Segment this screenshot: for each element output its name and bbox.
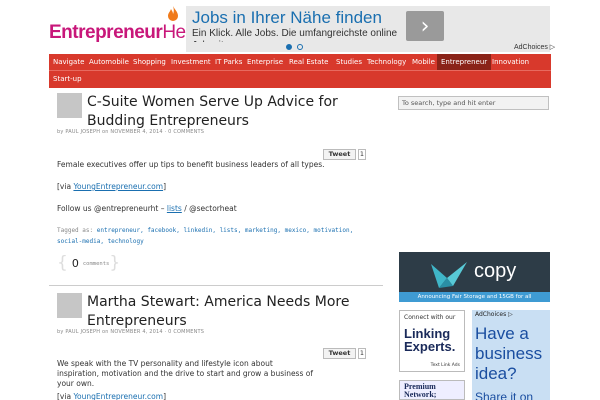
premium-network-ad[interactable]: Premium Network; [399, 380, 465, 400]
idea-headline: Have a business idea? [475, 324, 543, 383]
site-logo[interactable]: Entrepreneur Heat [49, 6, 201, 43]
author-avatar [57, 93, 82, 118]
tweet-widget: Tweet 1 [323, 348, 366, 359]
post-2: Martha Stewart: America Needs More Entre… [57, 293, 383, 400]
tweet-widget: Tweet 1 [323, 149, 366, 160]
nav-item-entrepreneur[interactable]: Entrepreneur [437, 54, 492, 70]
nav-divider [49, 70, 551, 71]
top-banner-ad[interactable]: Jobs in Ihrer Nähe finden Ein Klick. All… [186, 6, 550, 52]
via-prefix: [via [57, 182, 74, 191]
nav-item-real-estate[interactable]: Real Estate [285, 54, 332, 70]
ad-pagination [286, 44, 303, 50]
tweet-count: 1 [358, 348, 366, 359]
nav-item-navigate[interactable]: Navigate [49, 54, 88, 70]
nav-item-innovation[interactable]: Innovation [488, 54, 533, 70]
post-via: [via YoungEntrepreneur.com] [57, 182, 377, 192]
nav-item-mobile[interactable]: Mobile [408, 54, 439, 70]
post-tags: Tagged as: entrepreneur, facebook, linke… [57, 225, 377, 247]
post-follow: Follow us @entrepreneurht – lists / @sec… [57, 204, 377, 214]
tweet-button[interactable]: Tweet [323, 348, 356, 359]
post-title[interactable]: C-Suite Women Serve Up Advice for Buddin… [87, 93, 377, 131]
nav-item-enterprise[interactable]: Enterprise [243, 54, 287, 70]
copy-ad-footer: Announcing Fair Storage and 15GB for all [399, 292, 550, 302]
ad-arrow-button[interactable]: › [406, 11, 444, 41]
nav-item-investment[interactable]: Investment [167, 54, 215, 70]
post-divider [49, 285, 383, 286]
via-suffix: ] [163, 392, 166, 400]
tags-label: Tagged as: [57, 227, 94, 234]
logo-text-entrepreneur: Entrepreneur [49, 22, 163, 43]
via-link[interactable]: YoungEntrepreneur.com [73, 182, 163, 191]
tweet-count: 1 [358, 149, 366, 160]
paper-crane-icon [431, 262, 467, 288]
main-nav: Navigate Automobile Shopping Investment … [49, 54, 551, 88]
linking-brand: Text Link Ads [430, 363, 460, 368]
search-input[interactable]: To search, type and hit enter [398, 96, 549, 110]
nav-item-start-up[interactable]: Start-up [49, 71, 86, 87]
business-idea-ad[interactable]: AdChoices ▷ Have a business idea? Share … [472, 310, 550, 400]
ad-title[interactable]: Jobs in Ihrer Nähe finden [192, 8, 382, 28]
linking-big-text: Linking Experts. [404, 326, 456, 354]
brace-open: { [57, 253, 68, 273]
nav-item-shopping[interactable]: Shopping [129, 54, 170, 70]
flame-icon [168, 6, 178, 21]
comment-number: 0 [71, 257, 79, 270]
author-avatar [57, 293, 82, 318]
ad-text: Ein Klick. Alle Jobs. Die umfangreichste… [192, 28, 398, 42]
post-1: C-Suite Women Serve Up Advice for Buddin… [57, 93, 383, 273]
nav-item-studies[interactable]: Studies [332, 54, 366, 70]
copy-logo-text: copy [474, 260, 517, 282]
via-link[interactable]: YoungEntrepreneur.com [73, 392, 163, 400]
copy-ad-banner[interactable]: copy Announcing Fair Storage and 15GB fo… [399, 252, 550, 302]
idea-adchoices[interactable]: AdChoices ▷ [475, 311, 513, 318]
lists-link[interactable]: lists [167, 204, 182, 213]
ad-dot-1[interactable] [286, 44, 292, 50]
follow-suffix: / @sectorheat [181, 204, 237, 213]
via-prefix: [via [57, 392, 74, 400]
post-meta: by PAUL JOSEPH on NOVEMBER 4, 2014 · 0 C… [57, 129, 205, 135]
post-meta: by PAUL JOSEPH on NOVEMBER 4, 2014 · 0 C… [57, 329, 205, 335]
tags-list[interactable]: entrepreneur, facebook, linkedin, lists,… [57, 227, 353, 245]
post-excerpt: Female executives offer up tips to benef… [57, 160, 325, 169]
premium-text: Premium Network; [404, 382, 437, 399]
linking-experts-ad[interactable]: Connect with our Linking Experts. Text L… [399, 310, 465, 372]
nav-item-technology[interactable]: Technology [363, 54, 410, 70]
comment-count-badge[interactable]: { 0 comments } [57, 255, 120, 272]
ad-dot-2[interactable] [297, 44, 303, 50]
brace-close: } [109, 253, 121, 273]
post-excerpt: We speak with the TV personality and lif… [57, 359, 313, 388]
tweet-button[interactable]: Tweet [323, 149, 356, 160]
adchoices-label[interactable]: AdChoices ▷ [514, 43, 555, 51]
comment-label: comments [82, 260, 110, 267]
nav-item-automobile[interactable]: Automobile [85, 54, 133, 70]
post-title[interactable]: Martha Stewart: America Needs More Entre… [87, 293, 377, 331]
follow-prefix: Follow us @entrepreneurht – [57, 204, 167, 213]
via-suffix: ] [163, 182, 166, 191]
nav-item-it-parks[interactable]: IT Parks [211, 54, 246, 70]
post-via: [via YoungEntrepreneur.com] [57, 392, 377, 400]
linking-small-text: Connect with our [404, 314, 456, 321]
idea-subline: Share it on [475, 390, 534, 400]
